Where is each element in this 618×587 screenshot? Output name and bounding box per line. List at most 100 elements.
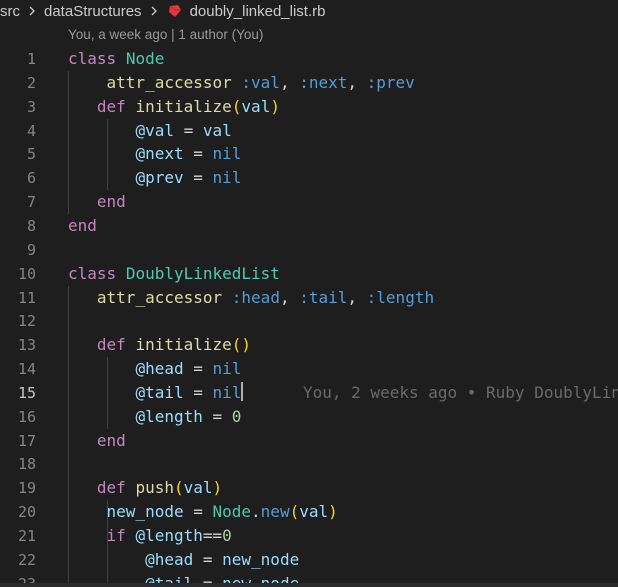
code-token: @prev (135, 168, 184, 188)
horizontal-scrollbar[interactable] (0, 583, 618, 587)
code-token: :tail (299, 287, 348, 307)
code-editor[interactable]: 1 class Node 2 attr_accessor :val, :next, … (0, 47, 618, 587)
ruby-file-icon (168, 4, 182, 18)
code-token: ) (270, 96, 280, 116)
code-token: end (68, 215, 97, 235)
code-token: def (96, 335, 126, 355)
codelens-blame-header[interactable]: You, a week ago | 1 author (You) (68, 24, 263, 46)
code-text: def initialize() (68, 333, 251, 357)
code-token: = (183, 168, 213, 188)
line-number: 6 (26, 169, 36, 188)
line-number: 19 (17, 479, 36, 498)
code-token: ) (212, 478, 223, 498)
code-token: ) (328, 502, 338, 522)
code-line[interactable]: 17 end (0, 429, 618, 453)
code-token: == (202, 526, 223, 545)
code-token: , (347, 72, 367, 92)
breadcrumb-item-file[interactable]: doubly_linked_list.rb (190, 3, 326, 20)
line-number: 7 (26, 193, 36, 212)
code-text: class Node (68, 47, 164, 71)
code-text: new_node = Node.new(val) (68, 500, 338, 524)
code-line[interactable]: 15 @tail = nil You, 2 weeks ago • Ruby Do… (0, 381, 618, 405)
line-number: 12 (17, 312, 36, 331)
line-number: 20 (17, 503, 36, 522)
code-token: Node (125, 49, 165, 68)
code-token: , (279, 72, 300, 92)
code-line[interactable]: 12 (0, 309, 618, 333)
code-token: = (183, 144, 213, 164)
code-token: initialize (135, 96, 232, 116)
code-line[interactable]: 18 (0, 452, 618, 476)
line-number: 4 (26, 121, 36, 140)
code-line[interactable]: 19 def push(val) (0, 476, 618, 500)
code-token: end (96, 430, 126, 450)
code-text: @head = new_node (68, 548, 299, 572)
code-token: attr_accessor (96, 287, 223, 307)
code-token: 0 (231, 406, 242, 426)
code-line[interactable]: 20 new_node = Node.new(val) (0, 500, 618, 524)
code-token: attr_accessor (106, 72, 232, 92)
code-line[interactable]: 7 end (0, 190, 618, 214)
line-number: 2 (26, 73, 36, 92)
code-token: ( (289, 502, 300, 522)
code-token: end (96, 192, 126, 212)
code-line[interactable]: 3 def initialize(val) (0, 95, 618, 119)
code-line[interactable]: 14 @head = nil (0, 357, 618, 381)
line-number: 18 (17, 455, 36, 474)
code-line[interactable]: 9 (0, 238, 618, 262)
breadcrumb-item-datastructures[interactable]: dataStructures (44, 3, 142, 20)
code-token: nil (212, 144, 242, 164)
code-line[interactable]: 2 attr_accessor :val, :next, :prev (0, 71, 618, 95)
code-line[interactable]: 16 @length = 0 (0, 405, 618, 429)
code-line[interactable]: 13 def initialize() (0, 333, 618, 357)
code-token: val (183, 478, 213, 498)
code-text: end (68, 214, 97, 238)
line-number: 11 (17, 288, 36, 307)
code-token: , (279, 287, 300, 307)
code-token: initialize (135, 335, 232, 355)
code-line[interactable]: 11 attr_accessor :head, :tail, :length (0, 286, 618, 310)
code-token: push (135, 478, 174, 498)
code-token: nil (212, 382, 242, 402)
code-text: def initialize(val) (68, 95, 280, 119)
code-line[interactable]: 22 @head = new_node (0, 548, 618, 572)
line-number: 1 (26, 50, 36, 68)
code-line[interactable]: 21 if @length==0 (0, 524, 618, 548)
line-number: 15 (17, 383, 36, 402)
code-token: nil (212, 168, 242, 188)
code-text: @head = nil (68, 357, 241, 381)
line-number: 5 (26, 145, 36, 164)
code-token: DoublyLinkedList (125, 263, 280, 283)
code-line[interactable]: 4 @val = val (0, 119, 618, 143)
code-token: :val (241, 72, 280, 92)
code-token: class (68, 49, 117, 68)
code-line[interactable]: 6 @prev = nil (0, 166, 618, 190)
code-text: end (68, 429, 126, 453)
code-line[interactable]: 5 @next = nil (0, 142, 618, 166)
code-text: end (68, 190, 126, 214)
code-line[interactable]: 1 class Node (0, 47, 618, 71)
code-line[interactable]: 10 class DoublyLinkedList (0, 262, 618, 286)
code-token: val (299, 502, 329, 522)
line-number: 13 (17, 336, 36, 355)
line-number: 3 (26, 97, 36, 116)
code-text: class DoublyLinkedList (68, 262, 280, 286)
code-line[interactable]: 8 end (0, 214, 618, 238)
code-token: = (183, 502, 213, 522)
code-token: def (96, 478, 126, 498)
breadcrumb-item-src[interactable]: src (0, 3, 20, 20)
